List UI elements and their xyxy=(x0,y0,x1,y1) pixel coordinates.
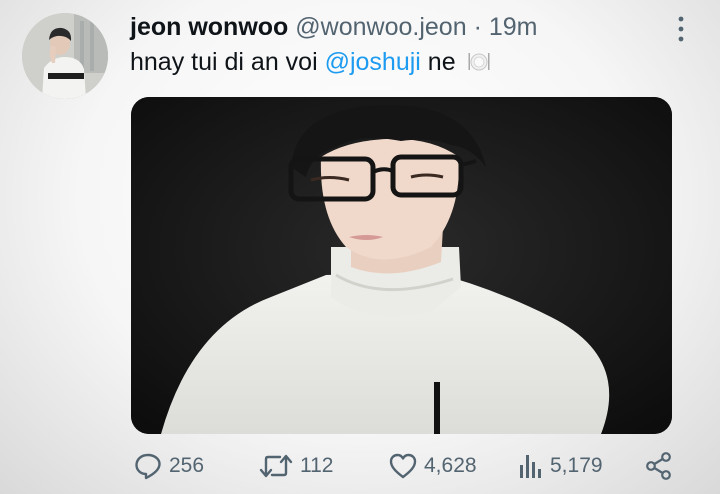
views-button[interactable]: 5,179 xyxy=(518,446,603,486)
plate-cutlery-icon xyxy=(467,49,491,81)
more-options-icon[interactable] xyxy=(674,14,688,44)
tweet-text-before: hnay tui di an voi xyxy=(130,48,318,76)
author-handle[interactable]: @wonwoo.jeon xyxy=(295,13,466,41)
tweet-text-after: ne xyxy=(427,48,456,76)
tweet-text: hnay tui di an voi @joshuji ne xyxy=(130,46,491,81)
tweet-media-photo[interactable] xyxy=(131,97,672,434)
tweet-header: jeon wonwoo @wonwoo.jeon · 19m xyxy=(130,11,537,43)
retweet-icon xyxy=(259,454,293,478)
views-chart-icon xyxy=(520,455,541,478)
like-button[interactable]: 4,628 xyxy=(388,446,477,486)
reply-count: 256 xyxy=(169,454,205,477)
share-icon xyxy=(646,452,671,480)
retweet-button[interactable]: 112 xyxy=(258,446,333,486)
views-count: 5,179 xyxy=(550,454,603,477)
reply-icon xyxy=(135,453,161,480)
avatar[interactable] xyxy=(22,13,108,99)
like-count: 4,628 xyxy=(424,454,477,477)
heart-icon xyxy=(389,453,417,479)
separator-dot: · xyxy=(473,13,482,41)
mention-link[interactable]: @joshuji xyxy=(325,48,421,76)
tweet-actions: 256 112 4,628 5,179 xyxy=(0,446,720,486)
tweet-timestamp[interactable]: 19m xyxy=(489,13,538,41)
retweet-count: 112 xyxy=(300,454,334,477)
author-name[interactable]: jeon wonwoo xyxy=(130,13,288,41)
reply-button[interactable]: 256 xyxy=(133,446,204,486)
share-button[interactable] xyxy=(645,446,673,486)
